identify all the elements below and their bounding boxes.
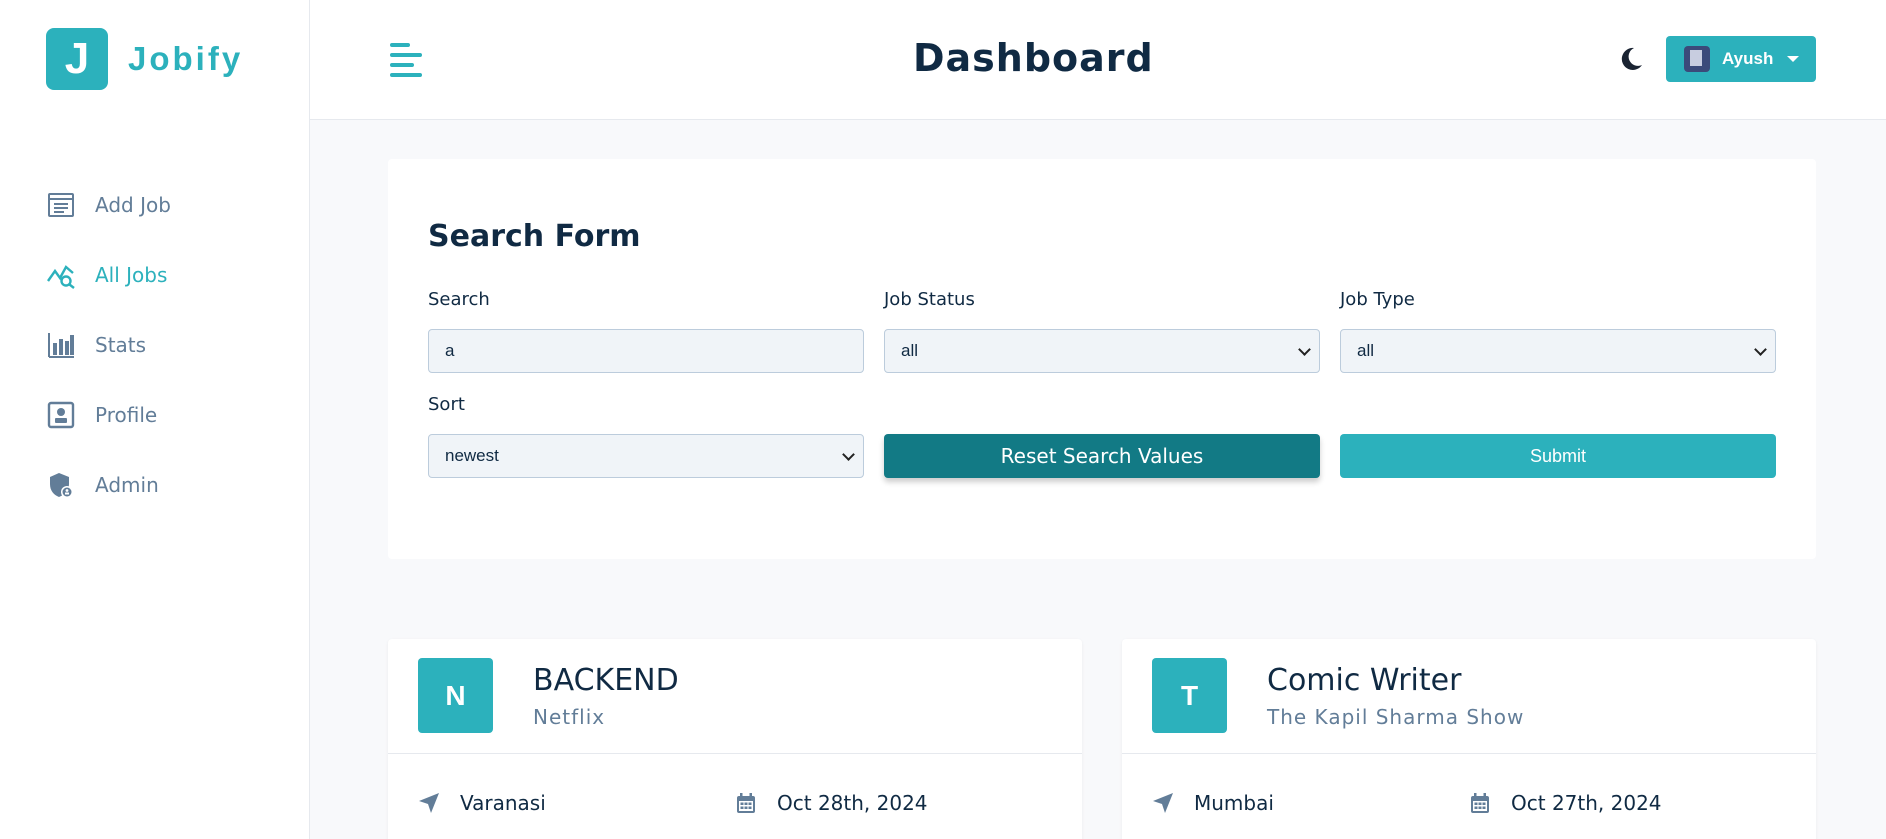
chevron-down-icon [1754, 343, 1767, 356]
toggle-bar [390, 63, 414, 67]
all-jobs-icon [46, 260, 76, 290]
sidebar-item-add-job[interactable]: Add Job [46, 170, 171, 240]
location-arrow-icon [418, 792, 440, 814]
job-date: Oct 27th, 2024 [1469, 791, 1662, 815]
search-input[interactable]: a [428, 329, 864, 373]
stats-icon [46, 330, 76, 360]
chevron-down-icon [1298, 343, 1311, 356]
job-location: Varanasi [418, 791, 546, 815]
job-type-value: all [1357, 341, 1375, 360]
sidebar-item-label: Admin [95, 473, 159, 497]
page-title: Dashboard [913, 36, 1154, 80]
location-arrow-icon [1152, 792, 1174, 814]
job-date-text: Oct 27th, 2024 [1511, 791, 1662, 815]
sidebar-item-label: All Jobs [95, 263, 168, 287]
sidebar-toggle-button[interactable] [390, 43, 422, 77]
logo[interactable]: J Jobify [46, 28, 243, 90]
dark-mode-toggle[interactable] [1618, 46, 1644, 72]
sidebar: J Jobify Add Job All Jobs Stats Profile [0, 0, 310, 839]
sidebar-nav: Add Job All Jobs Stats Profile Admin [46, 170, 171, 520]
sidebar-item-profile[interactable]: Profile [46, 380, 171, 450]
caret-down-icon [1787, 56, 1800, 62]
user-menu-button[interactable]: Ayush [1666, 36, 1816, 82]
logo-mark: J [46, 28, 108, 90]
search-form: Search Form Search a Job Status all Job … [388, 159, 1816, 559]
sidebar-item-stats[interactable]: Stats [46, 310, 171, 380]
sidebar-item-label: Stats [95, 333, 147, 357]
search-label: Search [428, 289, 490, 310]
submit-button[interactable]: Submit [1340, 434, 1776, 478]
logo-text: Jobify [128, 40, 244, 77]
job-type-select[interactable]: all [1340, 329, 1776, 373]
sidebar-item-label: Profile [95, 403, 158, 427]
search-input-value: a [445, 341, 455, 360]
job-date: Oct 28th, 2024 [735, 791, 928, 815]
top-navbar: Dashboard Ayush [310, 0, 1886, 120]
toggle-bar [390, 53, 422, 57]
job-location-text: Varanasi [460, 791, 546, 815]
company-letter-badge: T [1152, 658, 1227, 733]
job-company: Netflix [533, 705, 606, 729]
company-letter-badge: N [418, 658, 493, 733]
job-location-text: Mumbai [1194, 791, 1274, 815]
job-status-label: Job Status [884, 289, 975, 310]
sort-value: newest [445, 446, 499, 465]
add-job-icon [46, 190, 76, 220]
admin-icon [46, 470, 76, 500]
user-name: Ayush [1722, 49, 1774, 68]
job-company: The Kapil Sharma Show [1267, 705, 1525, 729]
sort-label: Sort [428, 394, 465, 415]
calendar-icon [1469, 792, 1491, 814]
job-status-value: all [901, 341, 919, 360]
search-form-title: Search Form [428, 219, 641, 254]
job-position: Comic Writer [1267, 663, 1462, 698]
sidebar-item-label: Add Job [95, 193, 171, 217]
job-status-select[interactable]: all [884, 329, 1320, 373]
profile-icon [46, 400, 76, 430]
toggle-bar [390, 73, 422, 77]
avatar [1684, 46, 1710, 72]
job-card: N BACKEND Netflix Varanasi Oct 28th, 202… [388, 639, 1082, 839]
toggle-bar [390, 43, 410, 47]
job-card: T Comic Writer The Kapil Sharma Show Mum… [1122, 639, 1816, 839]
job-card-header: N BACKEND Netflix [388, 639, 1082, 754]
sidebar-item-all-jobs[interactable]: All Jobs [46, 240, 171, 310]
sort-select[interactable]: newest [428, 434, 864, 478]
job-location: Mumbai [1152, 791, 1274, 815]
sidebar-item-admin[interactable]: Admin [46, 450, 171, 520]
moon-icon [1621, 47, 1642, 70]
chevron-down-icon [842, 448, 855, 461]
job-card-header: T Comic Writer The Kapil Sharma Show [1122, 639, 1816, 754]
job-date-text: Oct 28th, 2024 [777, 791, 928, 815]
job-type-label: Job Type [1340, 289, 1415, 310]
job-position: BACKEND [533, 663, 679, 698]
reset-search-button[interactable]: Reset Search Values [884, 434, 1320, 478]
calendar-icon [735, 792, 757, 814]
